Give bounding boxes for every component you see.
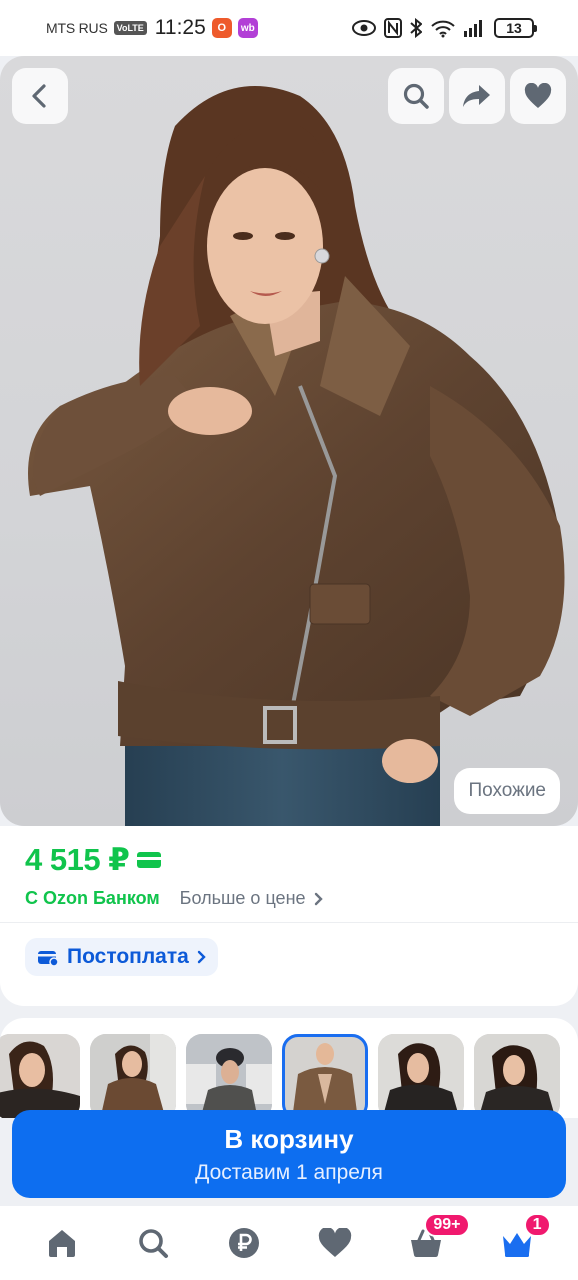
ruble-icon [228, 1228, 259, 1258]
nav-search[interactable] [123, 1213, 183, 1273]
postpay-button[interactable]: Постоплата [25, 938, 218, 976]
share-icon [463, 85, 490, 107]
thumbnail-selected[interactable] [282, 1034, 368, 1118]
signal-icon [464, 20, 482, 37]
more-price-link[interactable]: Больше о цене [180, 888, 323, 909]
wallet-icon [38, 951, 59, 966]
wb-notification-icon: wb [237, 18, 258, 38]
add-to-cart-button[interactable]: В корзину Доставим 1 апреля [12, 1110, 566, 1198]
volte-indicator: VoLTE [113, 21, 147, 35]
status-bar: MTS RUS VoLTE 11:25 O wb 13 [0, 0, 578, 56]
product-price: 4 515 ₽ [25, 842, 130, 877]
cart-count-badge: 99+ [424, 1213, 470, 1237]
similar-button[interactable]: Похожие [454, 768, 560, 814]
thumbnail[interactable] [0, 1034, 80, 1118]
thumbnail-strip [0, 1018, 578, 1118]
ozon-notification-icon: O [211, 18, 232, 38]
back-icon [32, 84, 46, 108]
bank-card-icon [137, 852, 162, 868]
wifi-icon [431, 20, 455, 38]
favorite-button[interactable] [510, 68, 566, 124]
thumbnail[interactable] [186, 1034, 272, 1118]
add-to-cart-label: В корзину [224, 1123, 354, 1154]
bluetooth-icon [410, 18, 422, 38]
ozon-bank-label: С Ozon Банком [25, 888, 160, 908]
price-card: 4 515 ₽ С Ozon Банком Больше о цене Пост… [0, 826, 578, 1006]
share-button[interactable] [449, 68, 505, 124]
heart-icon [318, 1228, 351, 1257]
search-button[interactable] [388, 68, 444, 124]
nav-profile[interactable]: 1 [487, 1213, 551, 1273]
nav-cart[interactable]: 99+ [396, 1213, 470, 1273]
home-icon [48, 1230, 75, 1257]
eye-icon [352, 20, 376, 36]
search-icon [138, 1229, 168, 1258]
back-button[interactable] [12, 68, 68, 124]
chevron-right-icon [197, 950, 206, 964]
thumbnail[interactable] [474, 1034, 560, 1118]
nav-finance[interactable] [214, 1213, 274, 1273]
thumbnail[interactable] [90, 1034, 176, 1118]
nfc-icon [384, 18, 402, 38]
product-image[interactable]: Похожие [0, 56, 578, 826]
clock: 11:25 [154, 16, 206, 39]
profile-badge: 1 [523, 1213, 551, 1237]
divider [0, 922, 578, 923]
carrier-name: MTS RUS [46, 20, 108, 36]
search-icon [403, 83, 429, 109]
nav-home[interactable] [32, 1213, 92, 1273]
thumbnail[interactable] [378, 1034, 464, 1118]
heart-icon [524, 83, 552, 108]
delivery-date-label: Доставим 1 апреля [195, 1160, 383, 1184]
more-price-label: Больше о цене [179, 888, 306, 908]
nav-favorites[interactable] [305, 1213, 365, 1273]
bottom-navigation: 99+ 1 [0, 1206, 578, 1280]
chevron-right-icon [314, 892, 323, 905]
battery-indicator: 13 [494, 18, 537, 38]
postpay-label: Постоплата [67, 945, 189, 968]
product-photo [28, 86, 565, 826]
